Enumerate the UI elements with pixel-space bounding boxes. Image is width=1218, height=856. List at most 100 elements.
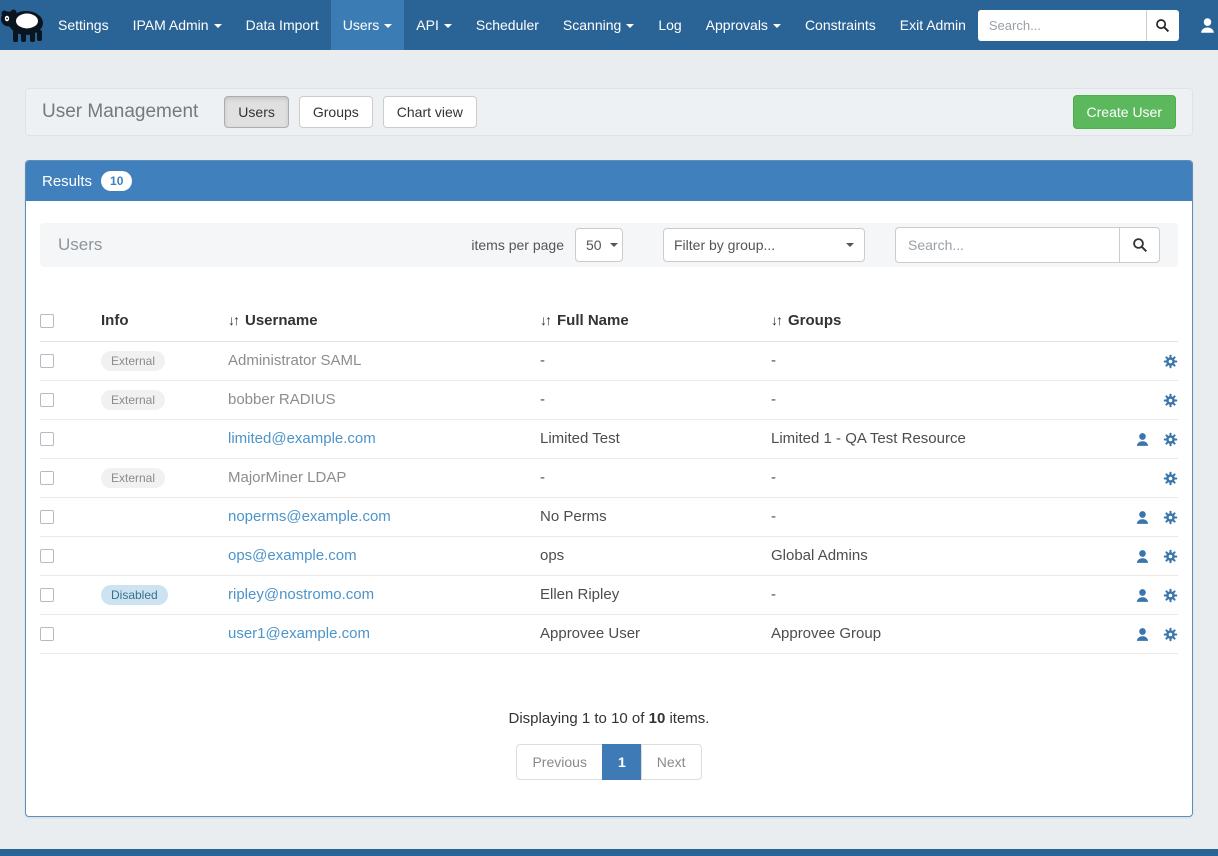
navbar-search-input[interactable] <box>978 10 1146 41</box>
groups-cell: Approvee Group <box>771 614 1108 653</box>
user-permissions-icon[interactable] <box>1135 549 1150 564</box>
row-checkbox[interactable] <box>40 510 54 524</box>
sort-icon: ↓↑ <box>228 312 238 328</box>
table-row: user1@example.com Approvee User Approvee… <box>40 614 1178 653</box>
search-icon <box>1132 237 1148 253</box>
group-filter-select[interactable]: Filter by group... <box>663 228 865 262</box>
status-badge: External <box>101 390 165 410</box>
chevron-down-icon <box>773 24 781 28</box>
user-permissions-icon[interactable] <box>1135 627 1150 642</box>
users-table-body: External Administrator SAML - - <box>40 341 1178 653</box>
username-cell: Administrator SAML <box>228 352 361 369</box>
items-per-page-value: 50 <box>586 237 602 253</box>
next-page-button[interactable]: Next <box>641 744 702 780</box>
chevron-down-icon <box>384 24 392 28</box>
settings-gear-icon[interactable] <box>1163 393 1178 408</box>
nav-item-data-import[interactable]: Data Import <box>234 0 331 50</box>
row-checkbox[interactable] <box>40 588 54 602</box>
groups-cell: - <box>771 341 1108 380</box>
sort-icon: ↓↑ <box>771 312 781 328</box>
full-name-cell: ops <box>540 536 771 575</box>
view-tabs: Users Groups Chart view <box>224 96 477 128</box>
user-permissions-icon[interactable] <box>1135 510 1150 525</box>
row-checkbox[interactable] <box>40 432 54 446</box>
settings-gear-icon[interactable] <box>1163 588 1178 603</box>
search-icon <box>1155 18 1170 33</box>
navbar-right <box>978 0 1218 50</box>
row-checkbox[interactable] <box>40 393 54 407</box>
table-row: noperms@example.com No Perms - <box>40 497 1178 536</box>
tab-chart-view[interactable]: Chart view <box>383 96 477 128</box>
settings-gear-icon[interactable] <box>1163 627 1178 642</box>
nav-item-scheduler[interactable]: Scheduler <box>464 0 551 50</box>
settings-gear-icon[interactable] <box>1163 354 1178 369</box>
table-row: External Administrator SAML - - <box>40 341 1178 380</box>
username-cell: bobber RADIUS <box>228 391 336 408</box>
nav-item-scanning[interactable]: Scanning <box>551 0 646 50</box>
select-all-checkbox[interactable] <box>40 314 54 328</box>
top-navbar: SettingsIPAM AdminData ImportUsersAPISch… <box>0 0 1218 50</box>
table-header-row: Info ↓↑Username ↓↑Full Name ↓↑Groups <box>40 301 1178 341</box>
tab-groups[interactable]: Groups <box>299 96 373 128</box>
column-header-full-name[interactable]: ↓↑Full Name <box>540 301 771 341</box>
table-search-input[interactable] <box>895 227 1119 263</box>
panda-logo-icon[interactable] <box>0 0 46 50</box>
chevron-down-icon <box>444 24 452 28</box>
chevron-down-icon <box>846 243 854 247</box>
previous-page-button[interactable]: Previous <box>516 744 602 780</box>
settings-gear-icon[interactable] <box>1163 432 1178 447</box>
results-panel: Results 10 Users items per page 50 Filte… <box>25 160 1193 817</box>
username-cell[interactable]: ripley@nostromo.com <box>228 586 374 603</box>
account-icon <box>1199 17 1218 34</box>
username-cell[interactable]: ops@example.com <box>228 547 357 564</box>
groups-cell: - <box>771 497 1108 536</box>
groups-cell: - <box>771 380 1108 419</box>
account-menu[interactable] <box>1195 17 1218 34</box>
nav-item-constraints[interactable]: Constraints <box>793 0 888 50</box>
chevron-down-icon <box>610 243 618 247</box>
items-per-page-select[interactable]: 50 <box>575 228 623 262</box>
table-row: limited@example.com Limited Test Limited… <box>40 419 1178 458</box>
username-cell[interactable]: user1@example.com <box>228 625 370 642</box>
column-header-groups[interactable]: ↓↑Groups <box>771 301 1108 341</box>
row-checkbox[interactable] <box>40 627 54 641</box>
nav-item-settings[interactable]: Settings <box>46 0 121 50</box>
settings-gear-icon[interactable] <box>1163 510 1178 525</box>
chevron-down-icon <box>626 24 634 28</box>
navbar-menu: SettingsIPAM AdminData ImportUsersAPISch… <box>46 0 978 50</box>
column-header-info: Info <box>101 301 228 341</box>
groups-cell: Limited 1 - QA Test Resource <box>771 419 1108 458</box>
nav-item-ipam-admin[interactable]: IPAM Admin <box>121 0 234 50</box>
full-name-cell: - <box>540 458 771 497</box>
page-title: User Management <box>42 101 198 123</box>
tab-users[interactable]: Users <box>224 96 289 128</box>
username-cell[interactable]: noperms@example.com <box>228 508 391 525</box>
settings-gear-icon[interactable] <box>1163 471 1178 486</box>
username-cell[interactable]: limited@example.com <box>228 430 376 447</box>
table-search-button[interactable] <box>1119 227 1160 263</box>
table-row: Disabled ripley@nostromo.com Ellen Riple… <box>40 575 1178 614</box>
user-permissions-icon[interactable] <box>1135 588 1150 603</box>
settings-gear-icon[interactable] <box>1163 549 1178 564</box>
column-header-username[interactable]: ↓↑Username <box>228 301 540 341</box>
footer-bar <box>0 849 1218 856</box>
sort-icon: ↓↑ <box>540 312 550 328</box>
table-search <box>895 227 1160 263</box>
pager: Previous 1 Next <box>516 744 701 780</box>
create-user-button[interactable]: Create User <box>1073 95 1176 129</box>
row-checkbox[interactable] <box>40 471 54 485</box>
user-permissions-icon[interactable] <box>1135 432 1150 447</box>
nav-item-api[interactable]: API <box>404 0 464 50</box>
nav-item-approvals[interactable]: Approvals <box>694 0 793 50</box>
groups-cell: Global Admins <box>771 536 1108 575</box>
row-checkbox[interactable] <box>40 354 54 368</box>
full-name-cell: Limited Test <box>540 419 771 458</box>
page-1-button[interactable]: 1 <box>602 744 642 780</box>
column-header-actions <box>1108 301 1178 341</box>
row-checkbox[interactable] <box>40 549 54 563</box>
nav-item-log[interactable]: Log <box>646 0 693 50</box>
results-panel-body: Users items per page 50 Filter by group.… <box>26 201 1192 816</box>
nav-item-users[interactable]: Users <box>331 0 405 50</box>
nav-item-exit-admin[interactable]: Exit Admin <box>888 0 978 50</box>
navbar-search-button[interactable] <box>1146 10 1179 41</box>
